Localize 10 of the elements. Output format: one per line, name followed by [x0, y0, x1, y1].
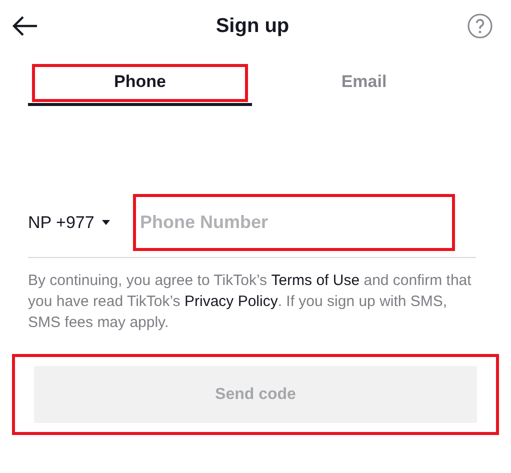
help-icon[interactable]	[466, 13, 493, 39]
tab[interactable]: Phone	[28, 60, 252, 106]
policy-link[interactable]: Terms of Use	[271, 272, 360, 289]
caret-icon	[102, 220, 110, 225]
back-arrow-icon[interactable]	[12, 15, 38, 37]
country-code-dropdown[interactable]: NP +977	[28, 210, 133, 236]
policy-link[interactable]: Privacy Policy	[184, 293, 278, 310]
terms-text: By continuing, you agree to TikTok’s Terms of Use and confirm that you have read TikTok’s Privacy Policy. If you sign up with SMS, SMS fees may apply.	[27, 271, 472, 333]
page-title: Sign up	[216, 14, 290, 39]
phone-number-field[interactable]: Phone Number	[136, 197, 452, 248]
